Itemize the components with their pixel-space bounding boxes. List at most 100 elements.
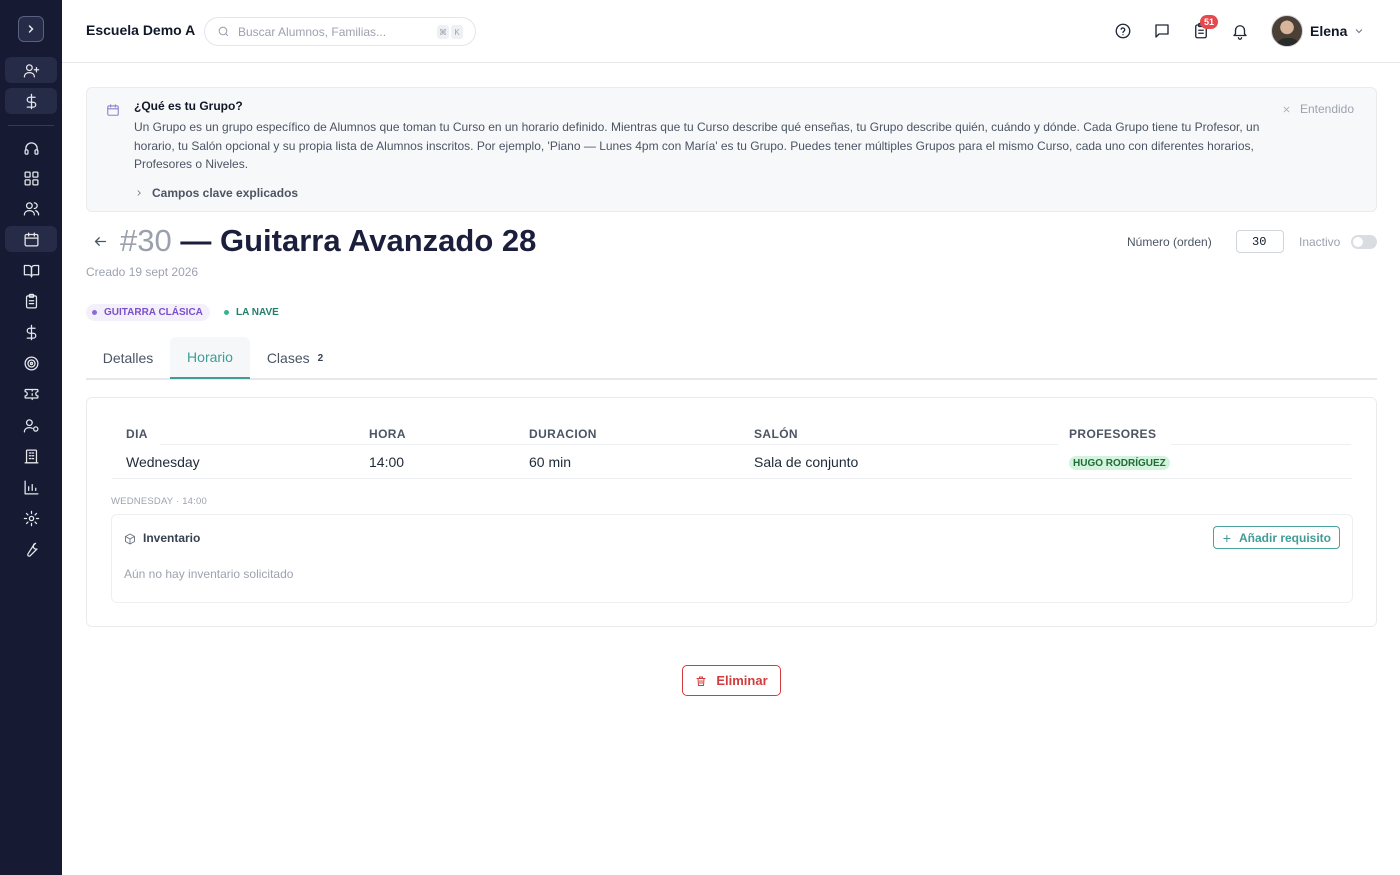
school-name: Escuela Demo A (86, 22, 196, 38)
sidebar-item-courses[interactable] (5, 257, 57, 283)
order-input[interactable] (1236, 230, 1284, 253)
delete-button[interactable]: Eliminar (682, 665, 781, 696)
info-body: Un Grupo es un grupo específico de Alumn… (134, 120, 1260, 171)
key-fields-toggle[interactable]: Campos clave explicados (134, 186, 298, 200)
sidebar (0, 0, 62, 875)
delete-label: Eliminar (716, 673, 768, 688)
tag-dot (224, 310, 229, 315)
user-name[interactable]: Elena (1310, 23, 1347, 39)
tab-clases[interactable]: Clases 2 (250, 337, 340, 379)
teacher-badge[interactable]: HUGO RODRÍGUEZ (1069, 456, 1170, 470)
target-icon (23, 355, 39, 371)
search-bar[interactable]: ⌘ K (204, 17, 476, 46)
course-tag-label: GUITARRA CLÁSICA (104, 307, 203, 318)
sidebar-item-goals[interactable] (5, 350, 57, 376)
key-fields-label: Campos clave explicados (152, 186, 299, 200)
tab-label: Detalles (102, 350, 154, 366)
header-divider (1171, 444, 1351, 445)
location-tag-label: LA NAVE (236, 307, 279, 318)
notifications-button[interactable] (1230, 21, 1250, 41)
avatar[interactable] (1271, 15, 1303, 47)
sidebar-item-support[interactable] (5, 135, 57, 161)
chevron-right-icon (137, 190, 141, 196)
inventory-empty-text: Aún no hay inventario solicitado (124, 567, 294, 581)
info-title: ¿Qué es tu Grupo? (134, 99, 243, 113)
gear-icon (23, 510, 39, 526)
add-requirement-label: Añadir requisito (1238, 530, 1331, 545)
sidebar-item-attendance[interactable] (5, 288, 57, 314)
sidebar-item-settings[interactable] (5, 505, 57, 531)
course-tag: GUITARRA CLÁSICA (86, 304, 210, 321)
box-icon (124, 532, 137, 545)
sidebar-item-groups[interactable] (5, 226, 57, 252)
row-divider (112, 478, 1352, 479)
sidebar-item-events[interactable] (5, 381, 57, 407)
shortcut-key: ⌘ (437, 25, 449, 39)
dismiss-button[interactable]: Entendido (1282, 102, 1354, 116)
sidebar-item-reports[interactable] (5, 474, 57, 500)
search-input[interactable] (238, 24, 418, 39)
ticket-icon (23, 388, 39, 400)
sidebar-divider (8, 125, 54, 126)
order-label: Número (orden) (1127, 235, 1212, 249)
bar-chart-icon (23, 479, 39, 495)
shortcut-key: K (451, 25, 463, 39)
chevron-down-icon (1355, 29, 1363, 34)
header-divider (160, 444, 1058, 445)
sidebar-item-payments[interactable] (5, 88, 57, 114)
user-menu-toggle[interactable] (1353, 24, 1367, 38)
notification-badge: 51 (1200, 15, 1218, 29)
messages-button[interactable] (1152, 21, 1172, 41)
building-icon (23, 448, 39, 464)
sidebar-item-tools[interactable] (5, 536, 57, 562)
tab-horario[interactable]: Horario (170, 337, 250, 379)
column-header-profesores: PROFESORES (1069, 427, 1157, 441)
tab-detalles[interactable]: Detalles (86, 337, 170, 379)
sidebar-item-add-user[interactable] (5, 57, 57, 83)
user-settings-icon (23, 418, 39, 433)
group-name: — Guitarra Avanzado 28 (180, 223, 537, 258)
bell-icon (1233, 25, 1247, 40)
arrow-left-icon (94, 237, 107, 246)
sidebar-item-locations[interactable] (5, 443, 57, 469)
slot-label: WEDNESDAY · 14:00 (111, 496, 207, 507)
help-button[interactable] (1113, 21, 1133, 41)
inactive-label: Inactivo (1299, 235, 1341, 249)
back-button[interactable] (93, 234, 109, 250)
cell-salon: Sala de conjunto (754, 454, 859, 470)
sidebar-item-students[interactable] (5, 195, 57, 221)
column-header-hora: HORA (369, 427, 406, 441)
tab-count: 2 (317, 352, 324, 364)
sidebar-item-dashboard[interactable] (5, 165, 57, 191)
close-icon (1283, 106, 1290, 112)
cell-duracion: 60 min (529, 454, 572, 470)
search-icon (218, 26, 229, 37)
info-banner: ¿Qué es tu Grupo? Un Grupo es un grupo e… (86, 87, 1377, 212)
users-icon (23, 201, 39, 216)
cell-hora: 14:00 (369, 454, 405, 470)
book-icon (23, 264, 39, 278)
plus-icon: + (1222, 529, 1231, 546)
sidebar-item-staff[interactable] (5, 412, 57, 438)
dismiss-label: Entendido (1299, 102, 1354, 116)
tab-label: Horario (187, 349, 233, 365)
sidebar-item-billing[interactable] (5, 319, 57, 345)
tab-label: Clases (266, 350, 310, 366)
dollar-icon (26, 324, 36, 340)
wrench-icon (26, 542, 38, 557)
add-user-icon (23, 63, 39, 78)
clipboard-icon (25, 293, 37, 309)
inventory-title: Inventario (143, 531, 201, 545)
page-title: #30 — Guitarra Avanzado 28 (120, 223, 536, 259)
add-requirement-button[interactable]: + Añadir requisito (1212, 526, 1340, 549)
top-header: Escuela Demo A ⌘ K 51 Elena (62, 0, 1400, 63)
location-tag: LA NAVE (218, 304, 286, 321)
chat-icon (1155, 24, 1169, 38)
dashboard-icon (23, 170, 39, 186)
column-header-dia: DIA (126, 427, 148, 441)
inactive-toggle[interactable] (1351, 235, 1377, 249)
calendar-icon (106, 103, 120, 117)
sidebar-expand-button[interactable] (18, 16, 44, 42)
tag-dot (92, 310, 97, 315)
help-icon (1115, 23, 1131, 39)
